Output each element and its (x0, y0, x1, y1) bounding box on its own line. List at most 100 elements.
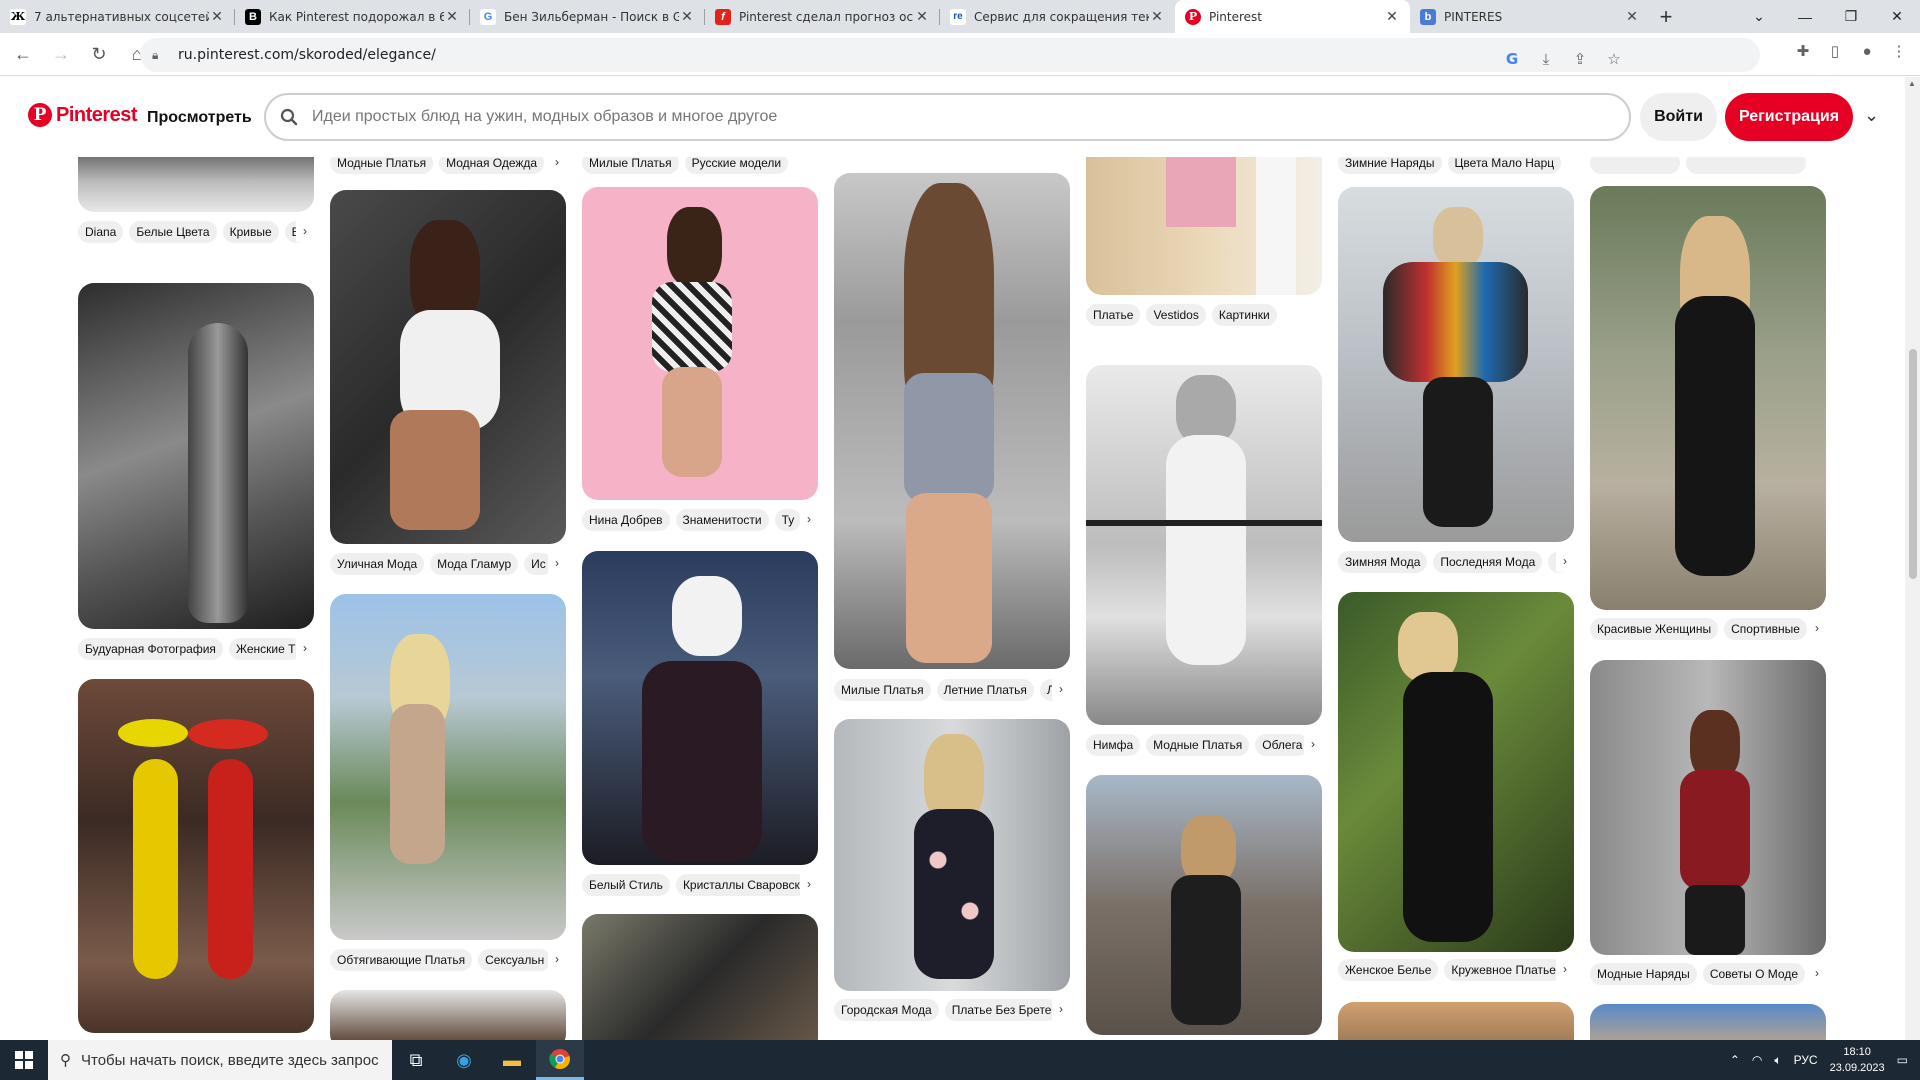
tag-chip[interactable]: Спортивные (1724, 618, 1807, 640)
tag-chip[interactable]: Кристаллы Сваровск (675, 874, 807, 896)
tray-overflow-icon[interactable]: ⌃ (1730, 1053, 1740, 1067)
pin-card[interactable] (1086, 775, 1322, 1035)
pin-card[interactable]: Белый Стиль Кристаллы Сваровск › (582, 551, 818, 896)
close-tab-icon[interactable]: ✕ (679, 8, 695, 25)
pin-card[interactable] (1590, 1004, 1826, 1040)
pin-image[interactable] (582, 914, 818, 1040)
new-tab-button[interactable]: + (1650, 0, 1682, 33)
pin-card[interactable]: Красивые Женщины Спортивные › (1590, 186, 1826, 640)
tag-chip[interactable]: Кружевное Платье (1444, 959, 1563, 981)
chevron-right-icon[interactable]: › (800, 508, 818, 530)
pin-card[interactable]: Diana Белые Цвета Кривые Б › (78, 157, 314, 243)
tag-chip[interactable]: Diana (78, 221, 124, 243)
chevron-right-icon[interactable]: › (1052, 678, 1070, 700)
tag-chip[interactable]: Милые Платья (834, 679, 931, 701)
volume-icon[interactable]: 🔈︎ (1774, 1053, 1781, 1068)
page-scrollbar[interactable]: ▲ (1905, 77, 1920, 1040)
tag-chip[interactable]: Облега (1255, 734, 1310, 756)
tag-chip[interactable]: Мода Гламур (430, 553, 519, 575)
tag-chip[interactable]: Последняя Мода (1433, 551, 1543, 573)
chevron-right-icon[interactable]: › (1808, 617, 1826, 639)
chevron-right-icon[interactable]: › (296, 637, 314, 659)
language-indicator[interactable]: РУС (1794, 1053, 1818, 1067)
wifi-icon[interactable]: ◠ (1752, 1053, 1762, 1067)
pin-card[interactable]: Милые Платья Летние Платья Л › (834, 173, 1070, 701)
lock-icon[interactable]: 🔒︎ (152, 48, 168, 63)
search-box[interactable] (264, 93, 1631, 141)
search-input[interactable] (312, 108, 1629, 126)
chevron-right-icon[interactable]: › (1304, 733, 1322, 755)
chevron-right-icon[interactable]: › (800, 873, 818, 895)
pin-card[interactable]: Будуарная Фотография Женские Т › (78, 283, 314, 660)
tag-chip[interactable]: Белые Цвета (129, 221, 217, 243)
tag-chip[interactable]: Русские модели (684, 157, 789, 174)
tag-chip[interactable]: Сексуальн (478, 949, 552, 971)
tag-chip[interactable]: Модные Платья (1146, 734, 1250, 756)
close-tab-icon[interactable]: ✕ (1384, 8, 1400, 25)
pin-card[interactable]: Женское Белье Кружевное Платье › (1338, 592, 1574, 981)
pin-card[interactable] (582, 914, 818, 1040)
forward-icon[interactable]: → (46, 39, 76, 69)
pin-card[interactable] (330, 990, 566, 1040)
tag-chip[interactable]: Зимние Наряды (1338, 157, 1442, 174)
pin-image[interactable] (1338, 187, 1574, 542)
pin-card[interactable]: Городская Мода Платье Без Брете › (834, 719, 1070, 1021)
pin-image[interactable] (78, 157, 314, 212)
notifications-icon[interactable]: ▭ (1897, 1053, 1908, 1067)
pin-card[interactable]: Платье Vestidos Картинки (1086, 157, 1322, 326)
pin-image[interactable] (1590, 186, 1826, 610)
tag-chip[interactable]: Модная Одежда (439, 157, 545, 174)
browser-tab[interactable]: re Сервис для сокращения текста ✕ (940, 0, 1175, 33)
tag-chip[interactable]: Городская Мода (834, 999, 939, 1021)
pin-card[interactable]: Модные Наряды Советы О Моде › (1590, 660, 1826, 985)
tag-chip[interactable]: Женские Т (228, 638, 303, 660)
tag-chip[interactable]: Красивые Женщины (1590, 618, 1719, 640)
browse-link[interactable]: Просмотреть (147, 109, 252, 127)
browser-tab-active[interactable]: P Pinterest ✕ (1175, 0, 1410, 33)
chevron-right-icon[interactable]: › (1052, 998, 1070, 1020)
tag-chip[interactable]: Милые Платья (582, 157, 679, 174)
pin-card[interactable]: Нимфа Модные Платья Облега › (1086, 365, 1322, 756)
scroll-up-icon[interactable]: ▲ (1908, 79, 1916, 88)
pin-image[interactable] (1590, 660, 1826, 955)
tag-chip[interactable]: Летние Платья (936, 679, 1034, 701)
pin-image[interactable] (582, 187, 818, 500)
chevron-down-icon[interactable]: ⌄ (1864, 105, 1879, 126)
pinterest-logo[interactable]: P Pinterest (28, 103, 138, 127)
chevron-right-icon[interactable]: › (548, 948, 566, 970)
back-icon[interactable]: ← (8, 39, 38, 69)
chevron-right-icon[interactable]: › (296, 220, 314, 242)
browser-tab[interactable]: B Как Pinterest подорожал в 6 р ✕ (235, 0, 470, 33)
tag-chip[interactable]: Ту (774, 509, 802, 531)
close-tab-icon[interactable]: ✕ (914, 8, 930, 25)
chevron-right-icon[interactable]: › (548, 552, 566, 574)
windows-start-icon[interactable] (0, 1040, 48, 1080)
pin-image[interactable] (78, 283, 314, 629)
tag-chip[interactable]: Знаменитости (675, 509, 769, 531)
close-tab-icon[interactable]: ✕ (209, 8, 225, 25)
minimize-icon[interactable]: — (1782, 0, 1828, 33)
file-explorer-icon[interactable]: ▬ (488, 1040, 536, 1080)
taskbar-search[interactable]: ⚲ Чтобы начать поиск, введите здесь запр… (48, 1040, 392, 1080)
pin-card[interactable]: Зимняя Мода Последняя Мода Б › (1338, 187, 1574, 573)
tag-chip[interactable]: Нина Добрев (582, 509, 670, 531)
browser-tab[interactable]: G Бен Зильберман - Поиск в Goo ✕ (470, 0, 705, 33)
pin-image[interactable] (1086, 775, 1322, 1035)
extensions-puzzle-icon[interactable]: ✚ (1790, 36, 1816, 66)
task-view-icon[interactable]: ⧉ (392, 1040, 440, 1080)
pin-image[interactable] (78, 679, 314, 1033)
tag-chip[interactable]: Зимняя Мода (1338, 551, 1428, 573)
pin-image[interactable] (834, 173, 1070, 669)
tag-chip[interactable] (1590, 157, 1680, 174)
tag-chip[interactable]: Советы О Моде (1702, 963, 1806, 985)
tag-chip[interactable]: Женское Белье (1338, 959, 1439, 981)
pin-card[interactable]: Уличная Мода Мода Гламур Ис › (330, 190, 566, 575)
pin-card[interactable] (1338, 1002, 1574, 1040)
browser-tab[interactable]: b PINTERES ✕ (1410, 0, 1650, 33)
chevron-right-icon[interactable]: › (1808, 962, 1826, 984)
pin-card[interactable]: Обтягивающие Платья Сексуальн › (330, 594, 566, 971)
pin-image[interactable] (330, 990, 566, 1040)
pin-image[interactable] (330, 594, 566, 940)
tag-chip[interactable]: Модные Наряды (1590, 963, 1697, 985)
tag-chip[interactable]: Платье Без Брете (944, 999, 1059, 1021)
